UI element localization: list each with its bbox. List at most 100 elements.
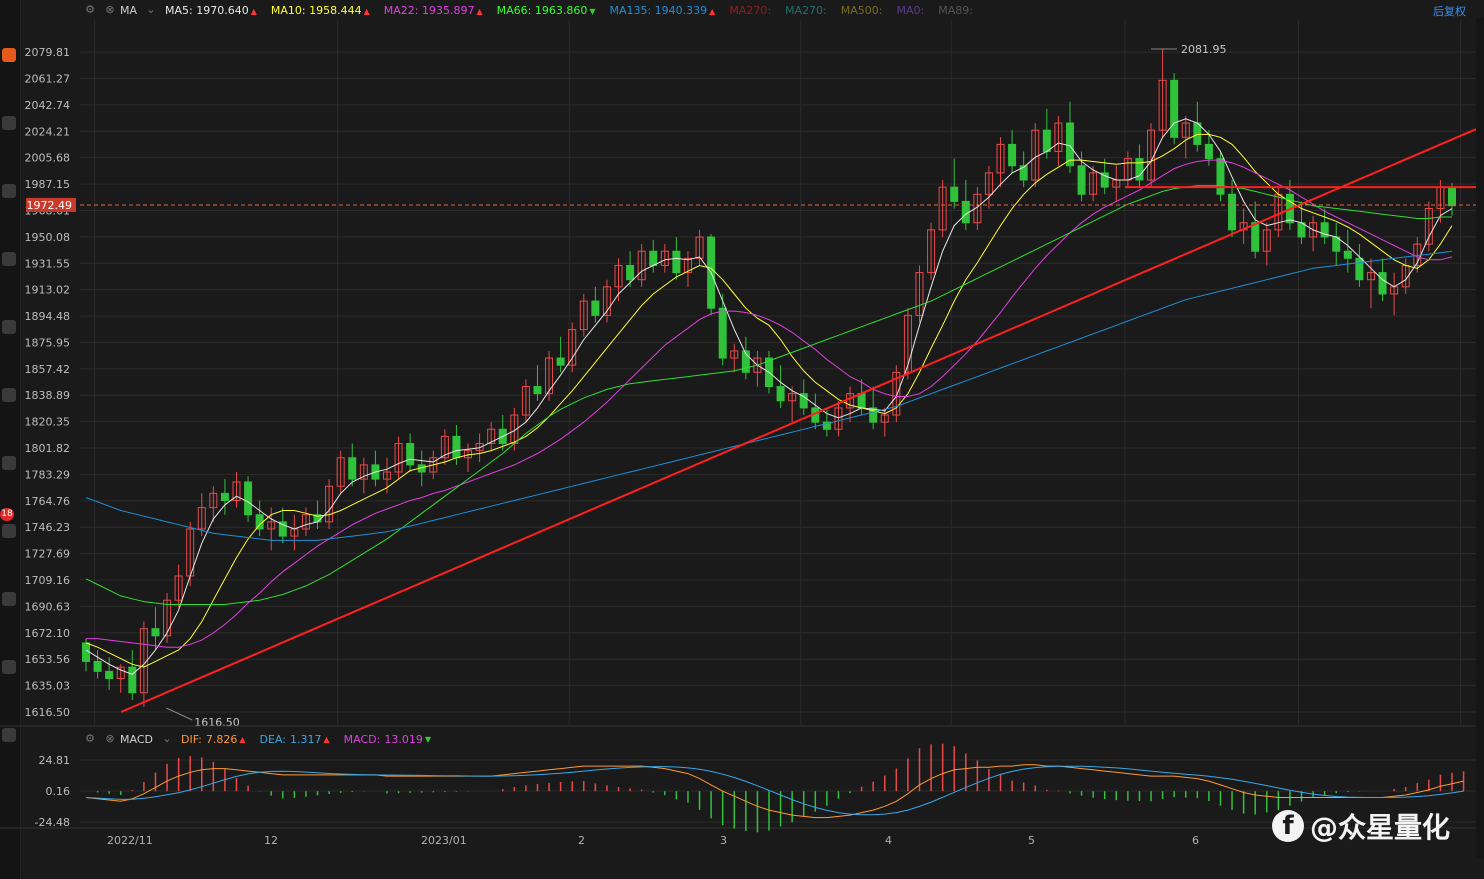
candle-body xyxy=(1228,193,1237,231)
settings-gear-icon[interactable]: ⚙ xyxy=(84,733,96,745)
right-scrollbar[interactable] xyxy=(1476,18,1484,858)
macd-tick-label: 24.81 xyxy=(39,754,71,767)
ma-legend-item: MA500: xyxy=(841,4,883,17)
price-tick-label: 1931.55 xyxy=(25,257,71,270)
up-arrow-icon: ▲ xyxy=(250,6,257,16)
ma-legend-label: MA66: xyxy=(496,3,532,17)
candle-body xyxy=(1077,165,1086,195)
dif-value: 7.826 xyxy=(205,732,238,746)
price-tick-label: 2005.68 xyxy=(25,152,71,165)
adjust-mode-button[interactable]: 后复权 xyxy=(1433,3,1466,19)
price-tick-label: 1727.69 xyxy=(25,548,71,561)
close-icon[interactable]: ⊗ xyxy=(104,4,116,16)
date-tick-label: 4 xyxy=(885,834,892,847)
indicator-name[interactable]: MA xyxy=(120,4,137,17)
price-tick-label: 1950.08 xyxy=(25,231,71,244)
trendline xyxy=(120,128,1477,713)
ma-legend-value: 1940.339 xyxy=(651,3,708,17)
candle-body xyxy=(348,457,357,480)
up-arrow-icon: ▲ xyxy=(239,734,246,744)
candle-body xyxy=(950,186,959,202)
candle-body xyxy=(591,300,600,316)
low-label: 1616.50 xyxy=(194,716,240,729)
dea-value: 1.317 xyxy=(290,732,322,746)
candle-body xyxy=(1170,79,1179,138)
candle-body xyxy=(1216,158,1225,195)
macd-label: MACD: xyxy=(343,732,381,746)
candle-body xyxy=(151,628,160,637)
ma-legend-label: MA500: xyxy=(840,3,883,17)
ma-legend-item: MA270: xyxy=(785,4,827,17)
candle-body xyxy=(857,393,866,409)
ma-legend-label: MA270: xyxy=(729,3,772,17)
candle-body xyxy=(128,666,137,694)
ma-legend-label: MA270: xyxy=(785,3,827,17)
dea-line xyxy=(85,765,1464,816)
ma-legend-item: MA10: 1958.444 ▲ xyxy=(271,4,370,17)
ma-legend-item: MA22: 1935.897 ▲ xyxy=(384,4,483,17)
candle-body xyxy=(626,264,635,281)
price-tick-label: 1820.35 xyxy=(25,416,71,429)
price-tick-label: 1838.89 xyxy=(25,389,71,402)
date-tick-label: 2022/11 xyxy=(107,834,153,847)
candle-body xyxy=(776,386,785,402)
low-marker-line xyxy=(166,707,193,721)
price-tick-label: 1764.76 xyxy=(25,495,71,508)
price-tick-label: 1746.23 xyxy=(25,521,71,534)
price-tick-label: 2042.74 xyxy=(25,99,71,112)
ma-legend-value: 1970.640 xyxy=(192,3,249,17)
candle-body xyxy=(105,670,114,680)
price-tick-label: 1857.42 xyxy=(25,363,71,376)
ma-legend-item: MA270: xyxy=(729,4,771,17)
candle-body xyxy=(556,357,565,366)
chevron-down-icon[interactable]: ⌄ xyxy=(145,4,157,16)
macd-tick-label: -24.48 xyxy=(35,816,70,829)
down-arrow-icon: ▼ xyxy=(589,6,596,16)
price-tick-label: 2079.81 xyxy=(25,46,71,59)
ma-indicator-bar: ⚙ ⊗ MA ⌄ MA5: 1970.640 ▲ MA10: 1958.444 ▲ MA… xyxy=(80,0,1484,20)
ma-legend-item: MA89: xyxy=(938,4,973,17)
candle-body xyxy=(255,514,264,530)
high-label: 2081.95 xyxy=(1181,43,1227,56)
price-tick-label: 1709.16 xyxy=(25,574,71,587)
candle-body xyxy=(1355,257,1364,281)
up-arrow-icon: ▲ xyxy=(476,6,483,16)
candle-body xyxy=(649,250,658,266)
candle-body xyxy=(244,481,253,516)
facebook-logo-icon: f xyxy=(1272,810,1304,842)
candle-body xyxy=(1042,129,1051,153)
dif-label: DIF: xyxy=(180,732,202,746)
candle-body xyxy=(1065,122,1074,167)
chevron-down-icon[interactable]: ⌄ xyxy=(161,733,173,745)
candle-body xyxy=(1251,222,1260,252)
price-tick-label: 1635.03 xyxy=(25,680,71,693)
date-tick-label: 3 xyxy=(720,834,727,847)
price-tick-label: 1875.95 xyxy=(25,336,71,349)
price-tick-label: 1801.82 xyxy=(25,442,71,455)
price-tick-label: 1690.63 xyxy=(25,600,71,613)
dea-label: DEA: xyxy=(259,732,287,746)
date-tick-label: 12 xyxy=(264,834,278,847)
price-tick-label: 1913.02 xyxy=(25,284,71,297)
close-icon[interactable]: ⊗ xyxy=(104,733,116,745)
down-arrow-icon: ▼ xyxy=(424,734,432,744)
ma-line-ma135 xyxy=(85,250,1453,541)
ma-legend-value: 1935.897 xyxy=(418,3,475,17)
candle-body xyxy=(1297,222,1306,238)
price-tick-label: 1672.10 xyxy=(25,627,71,640)
candle-body xyxy=(406,443,415,466)
ma-legend-item: MA5: 1970.640 ▲ xyxy=(165,4,257,17)
date-tick-label: 5 xyxy=(1028,834,1035,847)
macd-name[interactable]: MACD xyxy=(120,733,153,746)
up-arrow-icon: ▲ xyxy=(709,6,716,16)
price-tick-label: 1894.48 xyxy=(25,310,71,323)
settings-gear-icon[interactable]: ⚙ xyxy=(84,4,96,16)
current-price-label: 1972.49 xyxy=(27,199,73,212)
up-arrow-icon: ▲ xyxy=(323,734,330,744)
price-tick-label: 1987.15 xyxy=(25,178,71,191)
candle-body xyxy=(452,435,461,459)
price-tick-label: 2024.21 xyxy=(25,125,71,138)
date-tick-label: 6 xyxy=(1192,834,1199,847)
up-arrow-icon: ▲ xyxy=(363,6,370,16)
candle-body xyxy=(1193,122,1202,145)
